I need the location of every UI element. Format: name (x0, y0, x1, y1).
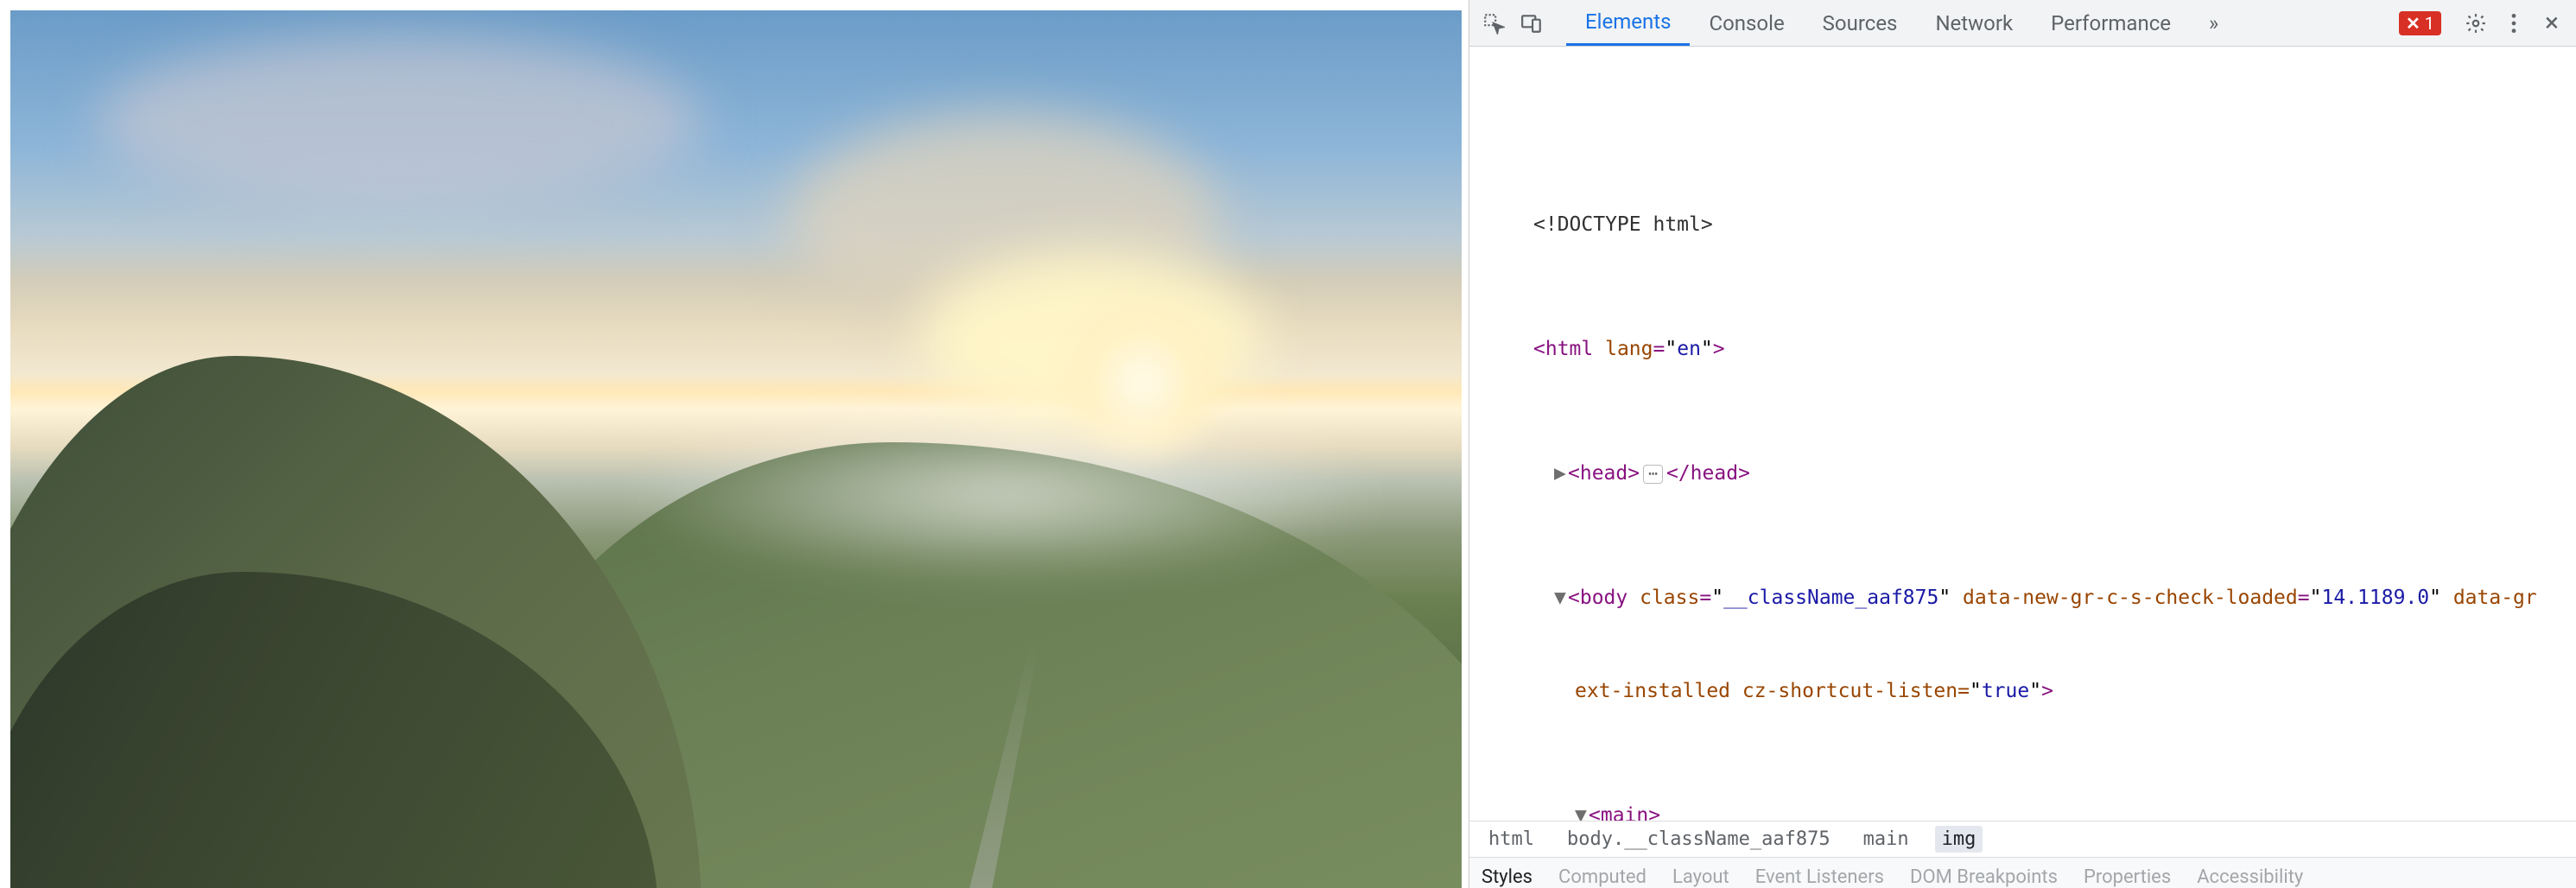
dom-tree[interactable]: <!DOCTYPE html> <html lang="en"> ▶<head>… (1469, 47, 2576, 821)
error-count: 1 (2425, 13, 2434, 34)
styles-tab-eventlisteners[interactable]: Event Listeners (1755, 866, 1884, 888)
dom-node-head[interactable]: ▶<head>⋯</head> (1497, 458, 2576, 489)
tab-more[interactable]: » (2190, 0, 2237, 46)
nature-image (10, 10, 1462, 888)
styles-tab-layout[interactable]: Layout (1672, 866, 1729, 888)
tab-network[interactable]: Network (1916, 0, 2032, 46)
page-viewport (0, 0, 1469, 888)
dom-node-body-cont[interactable]: ext-installed cz-shortcut-listen="true"> (1497, 676, 2576, 707)
crumb-html[interactable]: html (1482, 826, 1541, 853)
styles-tab-styles[interactable]: Styles (1482, 866, 1532, 888)
dom-breadcrumb: html body.__className_aaf875 main img (1469, 821, 2576, 857)
device-toggle-icon[interactable] (1513, 4, 1551, 42)
tab-elements[interactable]: Elements (1566, 0, 1690, 46)
styles-tab-properties[interactable]: Properties (2084, 866, 2171, 888)
dom-node-body[interactable]: ▼<body class="__className_aaf875" data-n… (1497, 582, 2576, 613)
kebab-menu-icon[interactable] (2495, 4, 2533, 42)
dom-node-html[interactable]: <html lang="en"> (1497, 333, 2576, 365)
tab-sources[interactable]: Sources (1804, 0, 1917, 46)
error-x-icon: ✕ (2406, 13, 2421, 34)
devtools-tabbar: Elements Console Sources Network Perform… (1469, 0, 2576, 47)
tab-console[interactable]: Console (1690, 0, 1803, 46)
crumb-body[interactable]: body.__className_aaf875 (1560, 826, 1837, 853)
styles-tabbar: Styles Computed Layout Event Listeners D… (1469, 857, 2576, 888)
styles-tab-computed[interactable]: Computed (1558, 866, 1646, 888)
dom-node-main[interactable]: ▼<main> (1497, 800, 2576, 821)
inspect-icon[interactable] (1475, 4, 1513, 42)
crumb-main[interactable]: main (1856, 826, 1916, 853)
error-count-badge[interactable]: ✕ 1 (2399, 11, 2441, 35)
tab-performance[interactable]: Performance (2032, 0, 2190, 46)
dom-node-doctype[interactable]: <!DOCTYPE html> (1497, 209, 2576, 240)
crumb-img[interactable]: img (1935, 826, 1983, 853)
settings-gear-icon[interactable] (2457, 4, 2495, 42)
close-devtools-icon[interactable]: × (2533, 4, 2571, 42)
styles-tab-accessibility[interactable]: Accessibility (2197, 866, 2303, 888)
devtools-panel: Elements Console Sources Network Perform… (1469, 0, 2576, 888)
styles-tab-dombreakpoints[interactable]: DOM Breakpoints (1910, 866, 2058, 888)
